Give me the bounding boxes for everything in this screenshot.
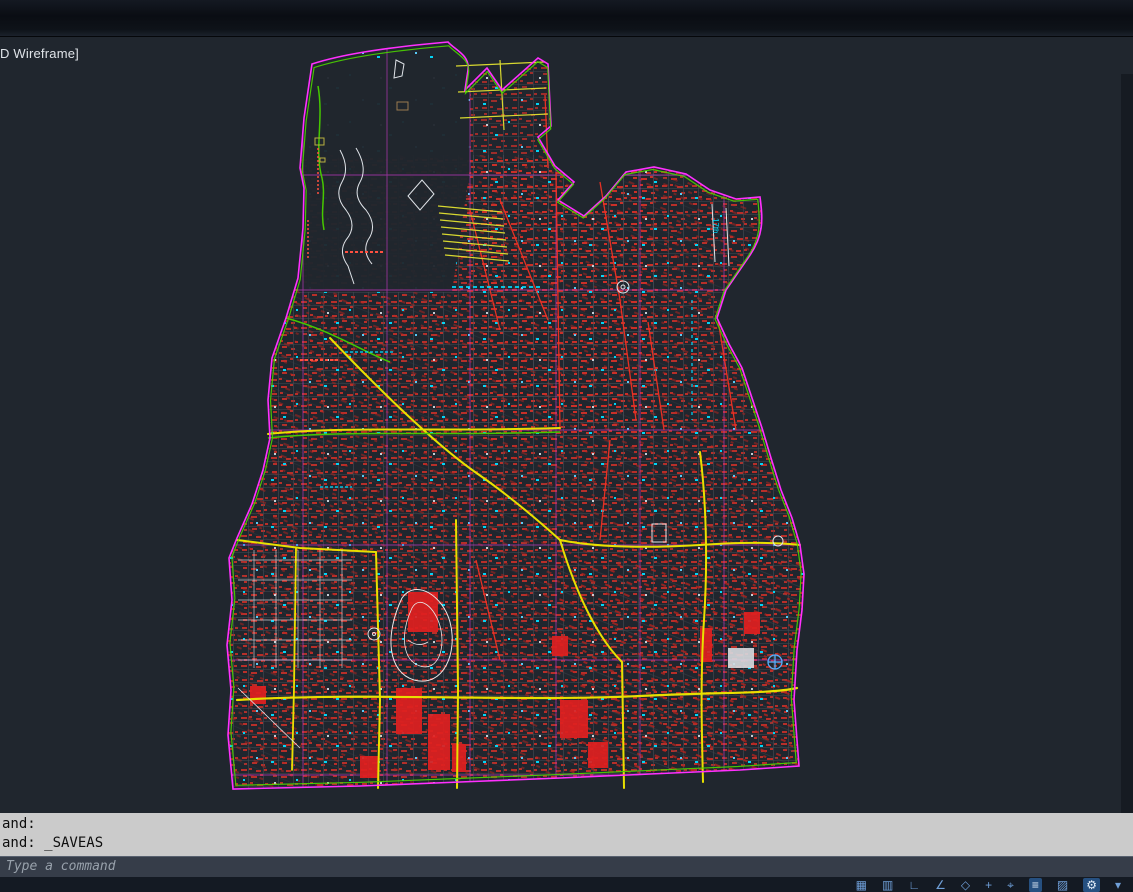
viewport-controls-label[interactable]: D Wireframe] [0,46,79,61]
grid-display-icon[interactable]: ▦ [856,878,867,892]
autocad-window: 17th D Wireframe] and: and: _SAVEAS Type… [0,0,1133,892]
canvas-right-edge [1121,74,1133,850]
command-history-line: and: [2,815,1133,834]
snap-mode-icon[interactable]: ▥ [882,878,893,892]
globe-symbol [768,655,782,669]
drawing-canvas[interactable]: 17th [0,37,1133,813]
command-history[interactable]: and: and: _SAVEAS [0,813,1133,856]
workspace-switching-icon[interactable]: ⚙ [1083,878,1100,892]
polar-tracking-icon[interactable]: ∠ [935,878,946,892]
map-street-label: 17th [711,218,720,234]
transparency-icon[interactable]: ▨ [1057,878,1068,892]
building-texture [225,40,810,795]
drawing-area[interactable]: 17th D Wireframe] [0,37,1133,813]
isometric-drafting-icon[interactable]: ◇ [961,878,970,892]
water-area [299,60,470,292]
status-bar: ▦ ▥ ∟ ∠ ◇ + ⌖ ≡ ▨ ⚙ ▾ [0,877,1133,892]
command-history-line: and: _SAVEAS [2,834,1133,853]
lineweight-display-icon[interactable]: ≡ [1029,878,1042,892]
command-input[interactable]: Type a command [0,856,1133,877]
ortho-mode-icon[interactable]: ∟ [908,878,920,892]
object-snap-tracking-icon[interactable]: + [985,878,992,892]
title-bar [0,0,1133,37]
object-snap-icon[interactable]: ⌖ [1007,878,1014,892]
customization-icon[interactable]: ▾ [1115,878,1121,892]
